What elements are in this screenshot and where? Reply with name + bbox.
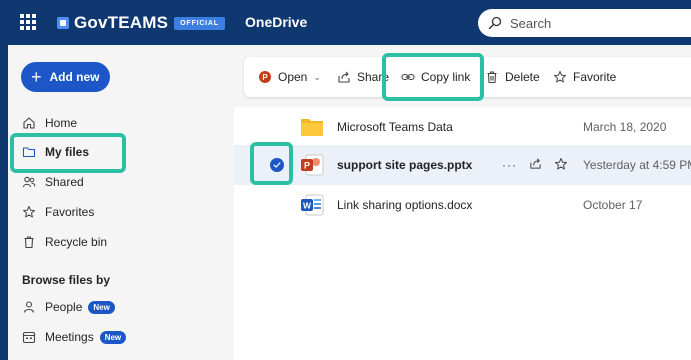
pptx-file-icon: P	[301, 154, 324, 176]
new-badge: New	[88, 300, 115, 314]
add-new-button[interactable]: + Add new	[21, 62, 110, 92]
sidebar-item-label: Recycle bin	[45, 235, 108, 249]
star-icon	[22, 205, 36, 219]
search-box[interactable]: Search	[478, 9, 691, 37]
add-new-label: Add new	[49, 70, 100, 84]
calendar-icon	[22, 330, 36, 344]
file-name[interactable]: Link sharing options.docx	[337, 198, 472, 212]
sidebar-item-label: Shared	[45, 175, 84, 189]
powerpoint-icon: P	[258, 70, 272, 84]
star-icon[interactable]	[554, 157, 568, 174]
sidebar: + Add new Home My files Shared Favorites…	[8, 45, 234, 360]
svg-text:P: P	[262, 73, 268, 82]
sidebar-item-shared[interactable]: Shared	[22, 170, 84, 194]
file-list: Microsoft Teams Data March 18, 2020 P su…	[234, 107, 691, 360]
brand-name: GovTEAMS	[74, 13, 169, 32]
more-options-icon[interactable]: ···	[502, 158, 517, 172]
person-icon	[22, 300, 36, 314]
sidebar-item-label: Meetings	[45, 330, 94, 344]
file-modified: October 17	[583, 198, 643, 212]
favorite-label: Favorite	[573, 70, 617, 84]
sidebar-item-label: Home	[45, 116, 78, 130]
new-badge: New	[99, 330, 127, 344]
plus-icon: +	[31, 67, 42, 87]
open-button[interactable]: P Open ⌄	[258, 57, 321, 97]
file-modified: March 18, 2020	[583, 120, 667, 134]
table-row-selected[interactable]: P support site pages.pptx ··· Yesterday …	[234, 145, 691, 185]
official-badge: OFFICIAL	[174, 16, 225, 30]
sidebar-item-meetings[interactable]: Meetings New	[22, 325, 127, 349]
delete-button[interactable]: Delete	[485, 57, 540, 97]
row-actions: ···	[502, 157, 568, 174]
star-icon	[553, 70, 567, 84]
app-launcher-icon[interactable]	[20, 14, 36, 30]
highlight-my-files	[10, 133, 126, 173]
search-icon	[488, 16, 502, 30]
svg-text:W: W	[303, 201, 312, 211]
trash-icon	[22, 235, 36, 249]
file-name[interactable]: Microsoft Teams Data	[337, 120, 453, 134]
sidebar-item-favorites[interactable]: Favorites	[22, 200, 94, 224]
people-icon	[22, 175, 36, 189]
docx-file-icon: W	[301, 194, 324, 216]
sidebar-item-home[interactable]: Home	[22, 111, 77, 135]
table-row[interactable]: Microsoft Teams Data March 18, 2020	[234, 107, 691, 147]
file-name[interactable]: support site pages.pptx	[337, 158, 472, 172]
share-icon	[337, 70, 351, 84]
chevron-down-icon: ⌄	[313, 71, 321, 82]
brand-logo[interactable]: GovTEAMS OFFICIAL	[57, 13, 225, 33]
app-title[interactable]: OneDrive	[245, 14, 307, 30]
open-label: Open	[278, 70, 308, 84]
govteams-logo-icon	[57, 17, 69, 29]
highlight-select-checkbox	[250, 142, 293, 185]
delete-label: Delete	[505, 70, 540, 84]
main-content: P Open ⌄ Share Copy link Delete Favorite…	[234, 45, 691, 360]
sidebar-item-label: Favorites	[45, 205, 95, 219]
favorite-button[interactable]: Favorite	[553, 57, 616, 97]
left-rail	[0, 45, 8, 360]
browse-section-title: Browse files by	[22, 273, 111, 287]
highlight-copy-link	[382, 53, 484, 101]
top-bar: GovTEAMS OFFICIAL OneDrive Search	[0, 0, 691, 45]
share-icon[interactable]	[529, 157, 542, 173]
svg-text:P: P	[304, 161, 310, 171]
file-modified: Yesterday at 4:59 PM	[583, 158, 691, 172]
sidebar-item-recycle-bin[interactable]: Recycle bin	[22, 230, 107, 254]
sidebar-item-label: People	[45, 300, 83, 314]
trash-icon	[485, 70, 499, 84]
home-icon	[22, 116, 36, 130]
table-row[interactable]: W Link sharing options.docx October 17	[234, 185, 691, 225]
sidebar-item-people[interactable]: People New	[22, 295, 115, 319]
folder-icon	[301, 119, 323, 136]
search-input[interactable]: Search	[510, 16, 551, 31]
